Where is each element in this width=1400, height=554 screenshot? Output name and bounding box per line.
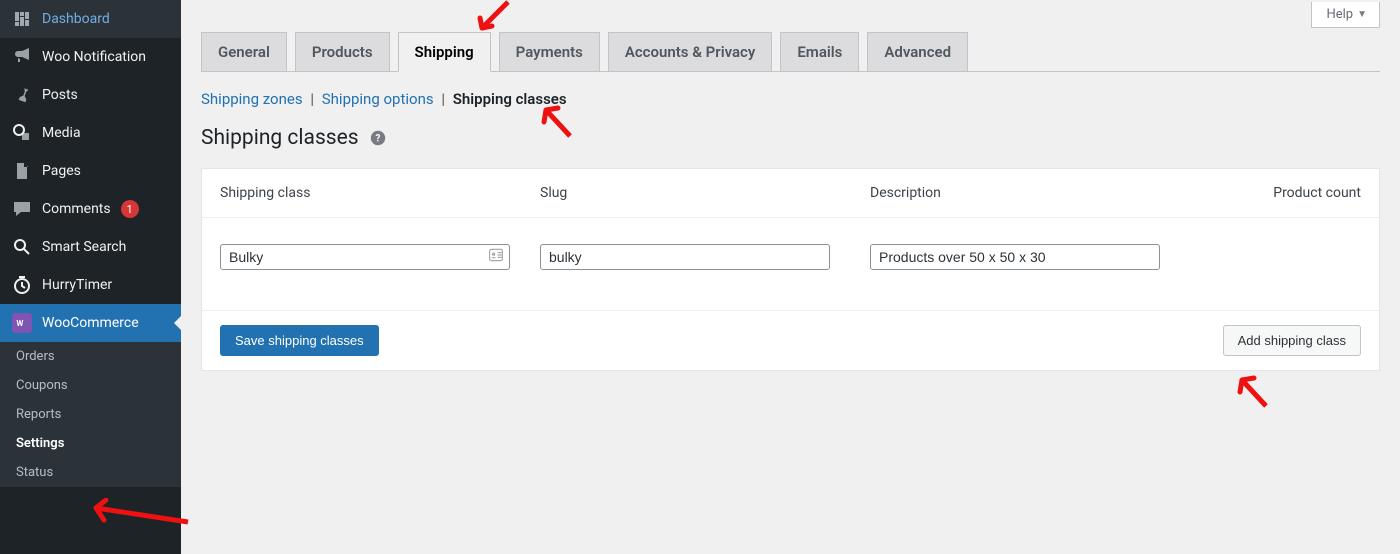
sidebar-item-woocommerce[interactable]: W WooCommerce xyxy=(0,304,181,342)
tab-general[interactable]: General xyxy=(201,32,287,71)
subnav-separator: | xyxy=(310,90,314,108)
shipping-class-slug-input[interactable] xyxy=(540,244,830,270)
save-shipping-classes-button[interactable]: Save shipping classes xyxy=(220,325,379,356)
sidebar-item-pages[interactable]: Pages xyxy=(0,152,181,190)
col-head-desc: Description xyxy=(870,185,1220,201)
page-title: Shipping classes ? xyxy=(201,118,1380,168)
sidebar-item-media[interactable]: Media xyxy=(0,114,181,152)
sidebar-item-label: Dashboard xyxy=(42,11,110,27)
media-icon xyxy=(12,123,32,143)
search-icon xyxy=(12,237,32,257)
sidebar-item-label: WooCommerce xyxy=(42,315,139,331)
main-content: Help ▼ General Products Shipping Payment… xyxy=(181,0,1400,554)
sidebar-sub-status[interactable]: Status xyxy=(0,458,181,487)
sidebar-sub-orders[interactable]: Orders xyxy=(0,342,181,371)
tab-emails[interactable]: Emails xyxy=(780,32,859,71)
timer-icon xyxy=(12,275,32,295)
sidebar-item-label: Comments xyxy=(42,201,111,217)
sidebar-item-dashboard[interactable]: Dashboard xyxy=(0,0,181,38)
sidebar-item-comments[interactable]: Comments 1 xyxy=(0,190,181,228)
chevron-down-icon: ▼ xyxy=(1357,9,1367,20)
sidebar-item-smart-search[interactable]: Smart Search xyxy=(0,228,181,266)
sidebar-sub-settings[interactable]: Settings xyxy=(0,429,181,458)
shipping-subnav: Shipping zones | Shipping options | Ship… xyxy=(201,72,1380,118)
woo-icon: W xyxy=(12,313,32,333)
product-count-cell xyxy=(1220,244,1361,270)
help-label: Help xyxy=(1326,7,1353,22)
col-head-count: Product count xyxy=(1220,185,1361,201)
comments-count-badge: 1 xyxy=(121,200,139,218)
table-footer: Save shipping classes Add shipping class xyxy=(202,310,1379,370)
subnav-shipping-classes: Shipping classes xyxy=(453,90,567,108)
sidebar-item-label: Posts xyxy=(42,87,78,103)
subnav-separator: | xyxy=(441,90,445,108)
col-head-slug: Slug xyxy=(540,185,870,201)
comment-icon xyxy=(12,199,32,219)
shipping-classes-table: Shipping class Slug Description Product … xyxy=(201,168,1380,371)
table-row xyxy=(202,218,1379,310)
sidebar-item-label: Woo Notification xyxy=(42,49,146,65)
subnav-shipping-zones[interactable]: Shipping zones xyxy=(201,90,303,108)
add-shipping-class-button[interactable]: Add shipping class xyxy=(1223,325,1361,356)
svg-text:?: ? xyxy=(375,134,380,145)
table-head: Shipping class Slug Description Product … xyxy=(202,169,1379,218)
sidebar-item-label: Media xyxy=(42,125,81,141)
page-icon xyxy=(12,161,32,181)
autofill-icon xyxy=(488,247,504,267)
shipping-class-description-input[interactable] xyxy=(870,244,1160,270)
tab-payments[interactable]: Payments xyxy=(499,32,600,71)
sidebar-item-posts[interactable]: Posts xyxy=(0,76,181,114)
sidebar-sub-reports[interactable]: Reports xyxy=(0,400,181,429)
tab-advanced[interactable]: Advanced xyxy=(867,32,968,71)
admin-sidebar: Dashboard Woo Notification Posts Media P… xyxy=(0,0,181,554)
svg-text:W: W xyxy=(16,319,23,328)
help-tab[interactable]: Help ▼ xyxy=(1311,2,1380,28)
pin-icon xyxy=(12,85,32,105)
sidebar-item-woo-notification[interactable]: Woo Notification xyxy=(0,38,181,76)
col-head-class: Shipping class xyxy=(220,185,540,201)
tab-shipping[interactable]: Shipping xyxy=(398,32,491,72)
sidebar-item-hurrytimer[interactable]: HurryTimer xyxy=(0,266,181,304)
megaphone-icon xyxy=(12,47,32,67)
sidebar-item-label: HurryTimer xyxy=(42,277,112,293)
sidebar-item-label: Smart Search xyxy=(42,239,126,255)
subnav-shipping-options[interactable]: Shipping options xyxy=(322,90,434,108)
sidebar-submenu: Orders Coupons Reports Settings Status xyxy=(0,342,181,487)
sidebar-item-label: Pages xyxy=(42,163,81,179)
help-icon[interactable]: ? xyxy=(369,129,387,147)
tab-products[interactable]: Products xyxy=(295,32,390,71)
dashboard-icon xyxy=(12,9,32,29)
shipping-class-name-input[interactable] xyxy=(220,244,510,270)
settings-nav-tabs: General Products Shipping Payments Accou… xyxy=(201,32,1380,72)
tab-accounts-privacy[interactable]: Accounts & Privacy xyxy=(608,32,773,71)
sidebar-sub-coupons[interactable]: Coupons xyxy=(0,371,181,400)
